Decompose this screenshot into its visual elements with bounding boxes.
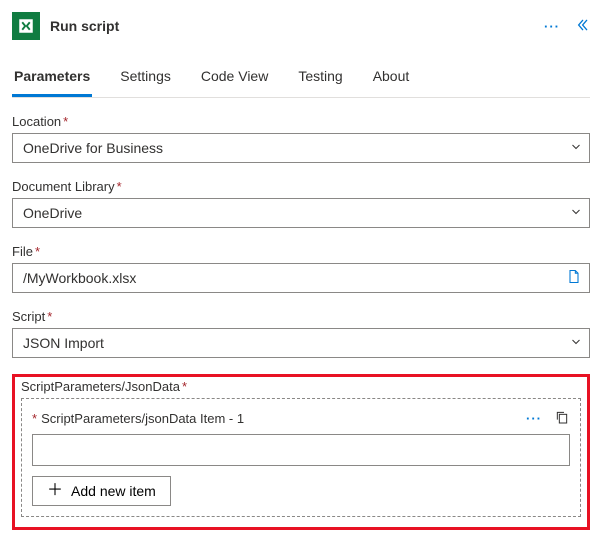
json-data-section: ScriptParameters/JsonData* * ScriptParam…	[12, 374, 590, 530]
excel-icon	[12, 12, 40, 40]
item-more-icon[interactable]: ···	[526, 411, 542, 426]
script-select[interactable]: JSON Import	[12, 328, 590, 358]
tab-parameters[interactable]: Parameters	[12, 68, 92, 97]
collapse-icon[interactable]	[574, 17, 590, 36]
script-label: Script*	[12, 309, 590, 324]
tab-code-view[interactable]: Code View	[199, 68, 270, 97]
json-item-input[interactable]	[32, 434, 570, 466]
copy-icon[interactable]	[554, 409, 570, 428]
tab-about[interactable]: About	[371, 68, 412, 97]
file-input[interactable]: /MyWorkbook.xlsx	[12, 263, 590, 293]
json-item-title: ScriptParameters/jsonData Item - 1	[41, 411, 526, 426]
file-picker-icon[interactable]	[566, 269, 582, 288]
required-marker: *	[32, 411, 37, 426]
document-library-label: Document Library*	[12, 179, 590, 194]
add-new-item-label: Add new item	[71, 483, 156, 499]
tab-testing[interactable]: Testing	[296, 68, 344, 97]
file-label: File*	[12, 244, 590, 259]
tabs-bar: Parameters Settings Code View Testing Ab…	[12, 52, 590, 98]
more-actions-icon[interactable]: ···	[544, 19, 560, 34]
location-label: Location*	[12, 114, 590, 129]
add-new-item-button[interactable]: ＋ Add new item	[32, 476, 171, 506]
card-title: Run script	[50, 18, 544, 34]
json-data-label: ScriptParameters/JsonData*	[21, 379, 581, 394]
tab-settings[interactable]: Settings	[118, 68, 173, 97]
plus-icon: ＋	[47, 483, 63, 499]
document-library-select[interactable]: OneDrive	[12, 198, 590, 228]
location-select[interactable]: OneDrive for Business	[12, 133, 590, 163]
